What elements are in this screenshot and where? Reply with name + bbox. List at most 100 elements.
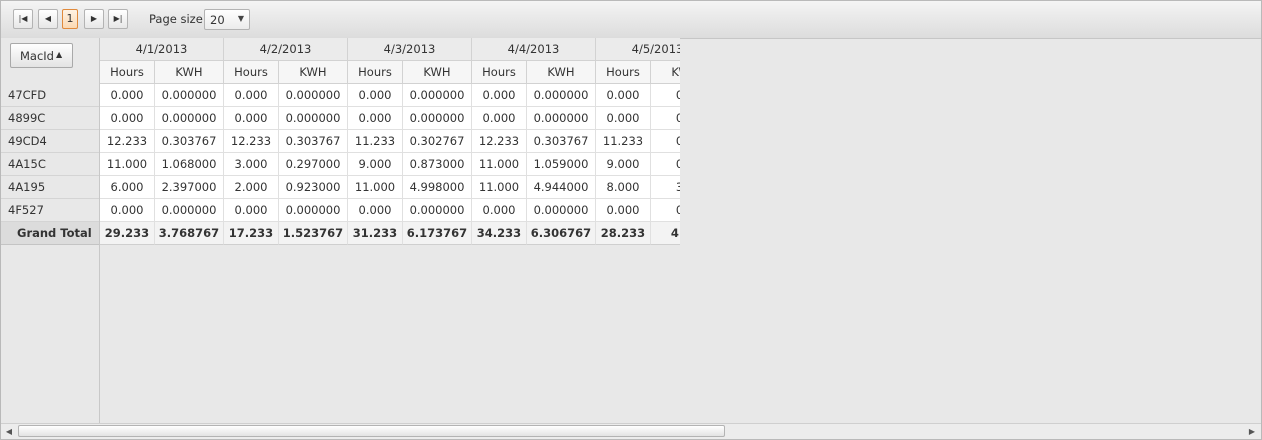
date-column-header[interactable]: 4/1/2013 <box>100 38 224 61</box>
data-cell: 11.000 <box>472 153 527 176</box>
data-cell: 0.000 <box>348 84 403 107</box>
kwh-column-header[interactable]: KWH <box>279 61 348 84</box>
data-cell: 11.233 <box>348 130 403 153</box>
kwh-column-header[interactable]: KWH <box>403 61 472 84</box>
kwh-column-header[interactable]: KWH <box>651 61 680 84</box>
row-header[interactable]: 4A15C <box>1 153 99 176</box>
data-cell: 0.000000 <box>279 84 348 107</box>
page-number-1[interactable]: 1 <box>62 9 78 29</box>
data-cell: 3.6 <box>651 176 680 199</box>
data-cell: 0.923000 <box>279 176 348 199</box>
row-header[interactable]: 4F527 <box>1 199 99 222</box>
data-cell: 0.000 <box>472 84 527 107</box>
data-cell: 6.000 <box>100 176 155 199</box>
grand-total-cell: 17.233 <box>224 222 279 245</box>
data-cell: 0.000000 <box>527 199 596 222</box>
data-cell: 0.000000 <box>279 107 348 130</box>
first-page-button[interactable]: |◀ <box>13 9 33 29</box>
data-cell: 0.000000 <box>403 199 472 222</box>
grand-total-cell: 31.233 <box>348 222 403 245</box>
row-header[interactable]: 4899C <box>1 107 99 130</box>
grand-total-cell: 6.306767 <box>527 222 596 245</box>
data-cell: 0.000000 <box>527 107 596 130</box>
date-column-header[interactable]: 4/2/2013 <box>224 38 348 61</box>
scroll-left-button[interactable]: ◀ <box>1 424 17 439</box>
row-header[interactable]: 4A195 <box>1 176 99 199</box>
next-page-button[interactable]: ▶ <box>84 9 104 29</box>
date-column-header[interactable]: 4/3/2013 <box>348 38 472 61</box>
grand-total-row-header: Grand Total <box>1 222 99 245</box>
row-header[interactable]: 49CD4 <box>1 130 99 153</box>
pager-toolbar: |◀ ◀ 1 ▶ ▶| Page size: 20 ▼ <box>1 1 1261 39</box>
data-cell: 1.068000 <box>155 153 224 176</box>
prev-page-icon: ◀ <box>44 14 52 23</box>
hours-column-header[interactable]: Hours <box>100 61 155 84</box>
data-cell: 0.000000 <box>155 107 224 130</box>
pivot-data-area: 4/1/2013 Hours KWH 4/2/2013 Hours KWH 4/3/2013… <box>100 38 680 423</box>
horizontal-scrollbar[interactable]: ◀ ▶ <box>1 423 1261 439</box>
data-cell: 9.000 <box>596 153 651 176</box>
data-cell: 0.000 <box>224 107 279 130</box>
data-cell: 0.000000 <box>403 84 472 107</box>
data-cell: 0.303767 <box>279 130 348 153</box>
hours-column-header[interactable]: Hours <box>224 61 279 84</box>
data-cell: 0.000 <box>472 107 527 130</box>
data-cell: 3.000 <box>224 153 279 176</box>
grand-total-cell: 3.768767 <box>155 222 224 245</box>
pivot-grid: |◀ ◀ 1 ▶ ▶| Page size: 20 ▼ MacId ▲ 47CF… <box>0 0 1262 440</box>
last-page-icon: ▶| <box>113 14 123 23</box>
data-cell: 0.303767 <box>155 130 224 153</box>
kwh-column-header[interactable]: KWH <box>527 61 596 84</box>
data-cell: 12.233 <box>472 130 527 153</box>
data-cell: 2.000 <box>224 176 279 199</box>
prev-page-button[interactable]: ◀ <box>38 9 58 29</box>
data-cell: 0.000000 <box>155 199 224 222</box>
data-cell: 0.303767 <box>527 130 596 153</box>
hours-column-header[interactable]: Hours <box>348 61 403 84</box>
first-page-icon: |◀ <box>18 14 28 23</box>
data-cell: 11.000 <box>100 153 155 176</box>
data-cell: 0.000 <box>224 199 279 222</box>
data-cell: 0.000 <box>100 107 155 130</box>
data-cell: 4.944000 <box>527 176 596 199</box>
data-cell: 0.000 <box>100 84 155 107</box>
date-column-header[interactable]: 4/4/2013 <box>472 38 596 61</box>
data-cell: 0.000 <box>596 84 651 107</box>
data-cell: 0.000 <box>348 107 403 130</box>
data-cell: 0.297000 <box>279 153 348 176</box>
data-cell: 0.302767 <box>403 130 472 153</box>
data-cell: 12.233 <box>100 130 155 153</box>
data-cell: 0.8 <box>651 153 680 176</box>
data-cell: 0.000 <box>224 84 279 107</box>
macid-field-label: MacId <box>20 49 54 63</box>
data-cell: 0.0 <box>651 107 680 130</box>
data-cell: 0.000000 <box>279 199 348 222</box>
chevron-down-icon: ▼ <box>237 14 244 23</box>
data-cell: 8.000 <box>596 176 651 199</box>
page-size-value: 20 <box>210 13 225 27</box>
scroll-left-icon: ◀ <box>5 427 13 436</box>
last-page-button[interactable]: ▶| <box>108 9 128 29</box>
data-cell: 0.000000 <box>403 107 472 130</box>
data-cell: 9.000 <box>348 153 403 176</box>
row-header[interactable]: 47CFD <box>1 84 99 107</box>
date-column-header[interactable]: 4/5/2013 <box>596 38 680 61</box>
kwh-column-header[interactable]: KWH <box>155 61 224 84</box>
data-cell: 11.233 <box>596 130 651 153</box>
scroll-right-button[interactable]: ▶ <box>1244 424 1260 439</box>
data-cell: 4.998000 <box>403 176 472 199</box>
macid-field-button[interactable]: MacId ▲ <box>10 43 73 68</box>
scroll-thumb[interactable] <box>18 425 725 437</box>
page-size-label: Page size: <box>149 12 207 26</box>
data-cell: 0.0 <box>651 84 680 107</box>
hours-column-header[interactable]: Hours <box>596 61 651 84</box>
next-page-icon: ▶ <box>90 14 98 23</box>
data-cell: 11.000 <box>348 176 403 199</box>
data-cell: 0.0 <box>651 199 680 222</box>
data-cell: 11.000 <box>472 176 527 199</box>
sort-ascending-icon: ▲ <box>56 50 63 59</box>
row-header-panel: MacId ▲ 47CFD 4899C 49CD4 4A15C 4A195 4F527 Gr… <box>1 38 100 423</box>
data-cell: 0.000 <box>472 199 527 222</box>
hours-column-header[interactable]: Hours <box>472 61 527 84</box>
page-size-select[interactable]: 20 ▼ <box>204 9 250 30</box>
